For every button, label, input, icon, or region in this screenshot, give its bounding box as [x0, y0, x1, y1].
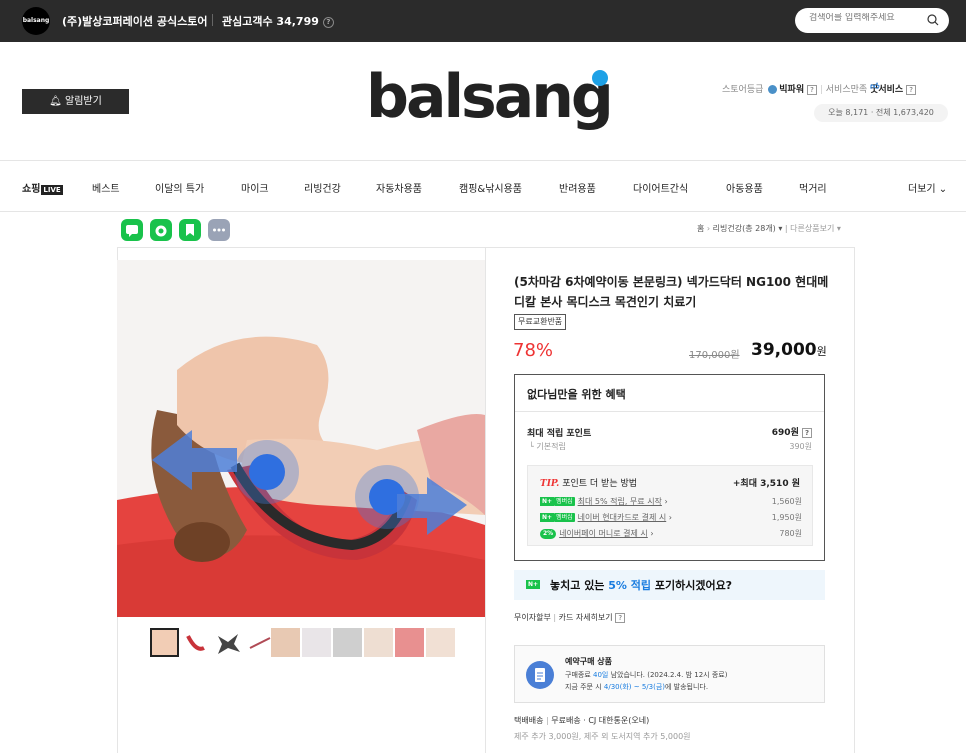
search-box[interactable]	[795, 8, 949, 33]
point-method-row[interactable]: 2% 네이버페이 머니로 결제 시 › 780원	[540, 528, 802, 539]
benefit-title: 없다님만을 위한 혜택	[527, 388, 626, 401]
search-icon[interactable]	[927, 14, 939, 26]
top-bar: balsang (주)발상코퍼레이션 공식스토어 관심고객수 34,799?	[0, 0, 966, 42]
naver-plus-badge: N+	[526, 580, 541, 589]
thumbnail-image[interactable]	[214, 628, 243, 657]
divider	[212, 14, 213, 26]
breadcrumb-home[interactable]: 홈	[697, 224, 704, 233]
divider	[485, 247, 486, 753]
nav-item-best[interactable]: 베스트	[92, 180, 120, 195]
brand-dot	[592, 70, 608, 86]
divider	[515, 411, 824, 412]
thumbnail-image[interactable]	[302, 628, 331, 657]
free-return-badge: 무료교환반품	[514, 314, 567, 330]
card-detail-link[interactable]: 카드 자세히보기	[559, 613, 613, 622]
naver-plus-banner[interactable]: N+ 놓치고 있는 5% 적립 포기하시겠어요?	[514, 570, 825, 600]
product-main-image[interactable]	[117, 260, 485, 617]
brand-logo[interactable]: balsang	[366, 62, 614, 132]
original-price: 170,000원	[689, 350, 740, 361]
basic-point-label: └ 기본적립	[529, 442, 566, 451]
breadcrumb-category[interactable]: 리빙건강(총 28개) ▾	[713, 224, 783, 233]
thumbnail-image[interactable]	[426, 628, 455, 657]
breadcrumb-other-products[interactable]: 다른상품보기 ▾	[790, 224, 841, 233]
help-icon[interactable]: ?	[802, 427, 812, 438]
bell-icon: 🔔︎	[49, 96, 62, 107]
max-point-label: 최대 적립 포인트	[527, 429, 592, 439]
nav-item-monthly-deal[interactable]: 이달의 특가	[155, 180, 204, 195]
nav-item-camping[interactable]: 캠핑&낚시용품	[459, 180, 522, 195]
shipping-info: 택배배송 | 무료배송 · CJ 대한통운(오네)	[514, 716, 650, 725]
nav-item-car[interactable]: 자동차용품	[376, 180, 422, 195]
discount-rate: 78%	[513, 340, 554, 361]
benefit-panel: 없다님만을 위한 혜택 최대 적립 포인트 690원 ? └ 기본적립 390원…	[514, 374, 825, 561]
interest-count: 관심고객수 34,799?	[222, 13, 334, 29]
blog-share-icon[interactable]	[150, 219, 172, 241]
nav-item-living-health[interactable]: 리빙건강	[304, 180, 341, 195]
nav-more[interactable]: 더보기 ⌄	[908, 180, 947, 195]
tip-value: +최대 3,510 원	[732, 479, 800, 489]
nav-item-kids[interactable]: 아동용품	[726, 180, 763, 195]
more-share-icon[interactable]	[208, 219, 230, 241]
tip-label: TIP. 포인트 더 받는 방법	[540, 479, 638, 489]
naverpay-badge: 2%	[540, 528, 557, 539]
bookmark-share-icon[interactable]	[179, 219, 201, 241]
search-input[interactable]	[809, 13, 919, 23]
nav-item-diet[interactable]: 다이어트간식	[633, 180, 688, 195]
point-method-row[interactable]: N+ 멤버십 최대 5% 적립, 무료 시작 › 1,560원	[540, 496, 802, 507]
tip-box: TIP. 포인트 더 받는 방법 +최대 3,510 원 N+ 멤버십 최대 5% …	[527, 465, 813, 546]
thumbnail-image[interactable]	[333, 628, 362, 657]
breadcrumb: 홈 › 리빙건강(총 28개) ▾ | 다른상품보기 ▾	[697, 224, 841, 233]
naver-plus-badge: N+	[540, 513, 555, 522]
thumbnail-image[interactable]	[395, 628, 424, 657]
category-nav: 쇼핑 LIVE 베스트 이달의 특가 마이크 리빙건강 자동차용품 캠핑&낚시용품…	[0, 160, 966, 212]
point-method-row[interactable]: N+ 멤버십 네이버 현대카드로 결제 시 › 1,950원	[540, 512, 802, 523]
store-name[interactable]: (주)발상코퍼레이션 공식스토어	[62, 13, 207, 29]
clipboard-icon	[526, 661, 554, 689]
talk-share-icon[interactable]	[121, 219, 143, 241]
help-icon[interactable]: ?	[615, 612, 626, 623]
nav-item-food[interactable]: 먹거리	[799, 180, 827, 195]
shipping-extra: 제주 추가 3,000원, 제주 외 도서지역 추가 5,000원	[514, 732, 691, 741]
alarm-button[interactable]: 🔔︎ 알림받기	[22, 89, 129, 114]
max-point-value: 690원 ?	[772, 425, 812, 438]
visitor-count: 오늘 8,171 · 전체 1,673,420	[814, 104, 948, 122]
installment-row: 무이자할부 | 카드 자세히보기 ?	[514, 612, 626, 623]
nav-item-mic[interactable]: 마이크	[241, 180, 269, 195]
help-icon[interactable]: ?	[807, 84, 817, 95]
medal-icon	[768, 85, 778, 94]
preorder-title: 예약구매 상품	[565, 657, 612, 666]
nav-shopping-live[interactable]: 쇼핑 LIVE	[22, 180, 63, 195]
sale-price: 39,000원	[751, 340, 827, 360]
product-title: (5차마감 6차예약이동 본문링크) 넥가드닥터 NG100 현대메디칼 본사 …	[514, 275, 829, 309]
naver-plus-badge: N+	[540, 497, 555, 506]
store-grade: 스토어등급 빅파워 ? | 서비스만족 👍︎ 굿서비스 ?	[722, 82, 917, 95]
thumbnail-image[interactable]	[364, 628, 393, 657]
preorder-end: 구매종료 40일 남았습니다. (2024.2.4. 밤 12시 종료)	[565, 671, 728, 679]
thumbnail-image[interactable]	[182, 628, 211, 657]
preorder-notice: 예약구매 상품 구매종료 40일 남았습니다. (2024.2.4. 밤 12시…	[514, 645, 825, 703]
store-logo[interactable]: balsang	[22, 7, 50, 35]
help-icon[interactable]: ?	[322, 16, 334, 28]
thumbnail-image[interactable]	[150, 628, 179, 657]
thumbnail-image[interactable]	[271, 628, 300, 657]
basic-point-value: 390원	[789, 442, 812, 451]
preorder-shipping: 지금 주문 시 4/30(화) ~ 5/3(금)에 발송됩니다.	[565, 683, 709, 691]
help-icon[interactable]: ?	[906, 84, 917, 95]
nav-item-pet[interactable]: 반려용품	[559, 180, 596, 195]
